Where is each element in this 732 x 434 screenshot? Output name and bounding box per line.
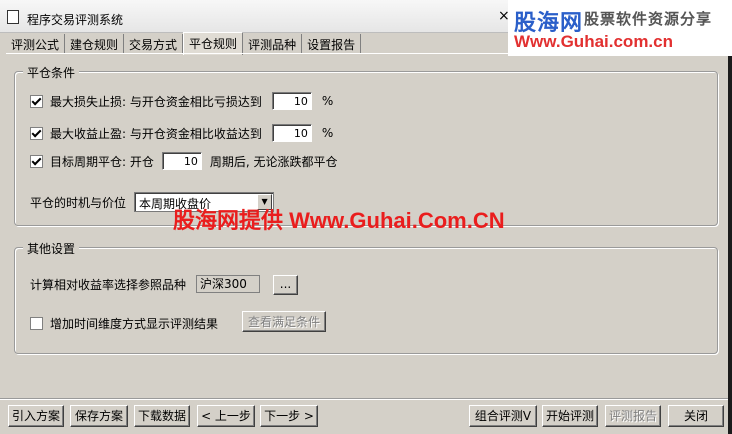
window-title: 程序交易评测系统 [27, 13, 124, 27]
combine-eval-button[interactable]: 组合评测V [469, 405, 537, 427]
save-scheme-button[interactable]: 保存方案 [70, 405, 128, 427]
reference-value: 沪深300 [196, 275, 261, 293]
app-icon [7, 10, 19, 24]
prev-step-button[interactable]: < 上一步 [197, 405, 255, 427]
other-settings-legend: 其他设置 [23, 240, 80, 257]
time-dimension-row: 增加时间维度方式显示评测结果 [30, 315, 218, 332]
max-profit-checkbox[interactable] [30, 126, 43, 140]
target-period-row: 目标周期平仓: 开仓 10 周期后, 无论涨跌都平仓 [30, 152, 338, 170]
footer-divider [0, 398, 728, 399]
start-eval-button[interactable]: 开始评测 [542, 405, 598, 427]
max-loss-row: 最大损失止损: 与开仓资金相比亏损达到 10 % [30, 92, 333, 110]
tab-open-rules[interactable]: 建仓规则 [65, 34, 125, 53]
max-loss-unit: % [321, 94, 334, 108]
timing-label: 平仓的时机与价位 [30, 195, 127, 210]
tab-report-settings[interactable]: 设置报告 [302, 34, 362, 53]
max-profit-row: 最大收益止盈: 与开仓资金相比收益达到 10 % [30, 124, 333, 142]
max-loss-checkbox[interactable] [30, 94, 43, 108]
download-data-button[interactable]: 下载数据 [134, 405, 190, 427]
reference-label: 计算相对收益率选择参照品种 [30, 277, 187, 292]
target-period-checkbox[interactable] [30, 154, 43, 168]
next-step-button[interactable]: 下一步 > [260, 405, 318, 427]
tab-close-rules[interactable]: 平仓规则 [183, 32, 244, 55]
eval-report-button[interactable]: 评测报告 [605, 405, 661, 427]
target-period-label: 目标周期平仓: 开仓 [50, 154, 154, 169]
tab-instruments[interactable]: 评测品种 [243, 34, 303, 53]
max-profit-input[interactable]: 10 [271, 124, 312, 142]
watermark-logo-url: Www.Guhai.com.cn [514, 32, 673, 51]
import-scheme-button[interactable]: 引入方案 [8, 405, 64, 427]
max-profit-label: 最大收益止盈: 与开仓资金相比收益达到 [50, 126, 262, 141]
watermark-logo: 股海网 股票软件资源分享 Www.Guhai.com.cn [508, 0, 732, 56]
watermark-logo-tag: 股票软件资源分享 [584, 10, 713, 28]
time-dimension-label: 增加时间维度方式显示评测结果 [50, 317, 219, 331]
max-loss-label: 最大损失止损: 与开仓资金相比亏损达到 [50, 94, 262, 109]
max-loss-input[interactable]: 10 [271, 92, 312, 110]
tab-bar: 评测公式 建仓规则 交易方式 平仓规则 评测品种 设置报告 [6, 32, 362, 55]
target-period-input[interactable]: 10 [161, 152, 202, 170]
close-button[interactable]: 关闭 [668, 405, 724, 427]
reference-row: 计算相对收益率选择参照品种 沪深300 [30, 275, 261, 293]
view-conditions-button[interactable]: 查看满足条件 [242, 311, 326, 332]
target-period-suffix: 周期后, 无论涨跌都平仓 [209, 154, 338, 169]
close-conditions-legend: 平仓条件 [23, 64, 80, 81]
tab-trade-mode[interactable]: 交易方式 [124, 34, 184, 53]
watermark-overlay-text: 股海网提供 Www.Guhai.Com.CN [173, 208, 505, 233]
time-dimension-checkbox[interactable] [30, 317, 43, 330]
other-settings-group: 其他设置 计算相对收益率选择参照品种 沪深300 ... 增加时间维度方式显示评… [14, 240, 718, 354]
max-profit-unit: % [321, 126, 334, 140]
reference-browse-button[interactable]: ... [273, 275, 298, 295]
tab-formula[interactable]: 评测公式 [6, 34, 66, 53]
